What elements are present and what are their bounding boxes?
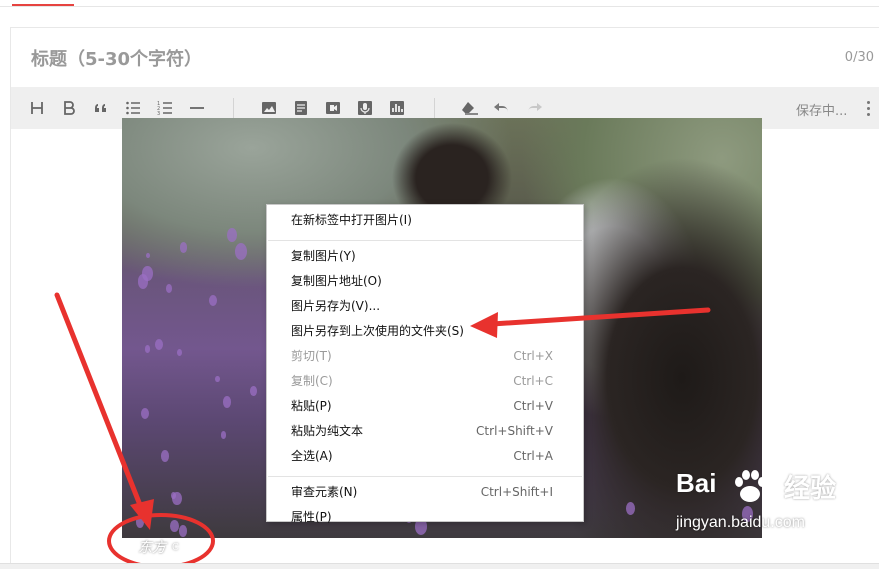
- top-strip: [0, 0, 879, 7]
- photo-flower-speck: [165, 283, 173, 294]
- photo-flower-speck: [209, 295, 218, 307]
- photo-flower-speck: [144, 344, 151, 353]
- photo-flower-speck: [625, 502, 635, 515]
- more-vertical-icon[interactable]: [861, 96, 875, 120]
- context-menu-separator: [268, 476, 582, 477]
- context-menu-item-label: 复制图片(Y): [291, 249, 356, 263]
- context-menu-item-shortcut: Ctrl+Shift+I: [480, 485, 553, 499]
- title-input[interactable]: [31, 46, 731, 72]
- context-menu-item[interactable]: 粘贴(P) Ctrl+V: [291, 396, 553, 416]
- context-menu-item[interactable]: 复制图片(Y): [291, 246, 553, 266]
- photo-flower-speck: [142, 266, 153, 281]
- bullet-list-icon[interactable]: [123, 98, 143, 118]
- context-menu-item[interactable]: 属性(P): [291, 507, 553, 527]
- photo-flower-speck: [155, 338, 164, 351]
- photo-flower-speck: [135, 515, 145, 528]
- context-menu-item-shortcut: Ctrl+C: [513, 374, 553, 388]
- context-menu-item-label: 复制图片地址(O): [291, 274, 382, 288]
- microphone-icon[interactable]: [355, 98, 375, 118]
- photo-flower-speck: [227, 228, 237, 242]
- context-menu-item[interactable]: 全选(A) Ctrl+A: [291, 446, 553, 466]
- context-menu-item-label: 在新标签中打开图片(I): [291, 213, 412, 227]
- context-menu-item[interactable]: 复制图片地址(O): [291, 271, 553, 291]
- photo-flower-speck: [220, 431, 227, 439]
- watermark-brand: Bai: [676, 468, 717, 498]
- copyright-icon: C: [168, 540, 183, 556]
- photo-flower-speck: [250, 386, 257, 396]
- context-menu-item: 复制(C) Ctrl+C: [291, 371, 553, 391]
- context-menu-item: 剪切(T) Ctrl+X: [291, 346, 553, 366]
- heading-icon[interactable]: [27, 98, 47, 118]
- clear-format-icon[interactable]: [460, 98, 480, 118]
- context-menu-item[interactable]: 图片另存到上次使用的文件夹(S): [291, 321, 553, 341]
- context-menu-item-label: 属性(P): [291, 510, 332, 524]
- active-tab-indicator: [12, 4, 74, 6]
- context-menu-item[interactable]: 在新标签中打开图片(I): [291, 210, 553, 230]
- photo-stamp-text: 东方: [138, 540, 166, 556]
- bold-icon[interactable]: [59, 98, 79, 118]
- context-menu-item-label: 图片另存到上次使用的文件夹(S): [291, 324, 464, 338]
- video-icon[interactable]: [323, 98, 343, 118]
- undo-icon[interactable]: [492, 98, 512, 118]
- image-icon[interactable]: [259, 98, 279, 118]
- chart-icon[interactable]: [387, 98, 407, 118]
- context-menu-item[interactable]: 粘贴为纯文本 Ctrl+Shift+V: [291, 421, 553, 441]
- photo-flower-speck: [170, 519, 180, 533]
- photo-stamp: 东方 C: [138, 537, 183, 557]
- photo-flower-speck: [215, 376, 220, 383]
- photo-flower-speck: [177, 349, 183, 356]
- watermark-brand-suffix: 经验: [784, 474, 837, 504]
- toolbar-divider: [233, 98, 234, 118]
- photo-flower-speck: [179, 525, 188, 537]
- numbered-list-icon[interactable]: 123: [155, 98, 175, 118]
- title-char-counter: 0/30: [844, 50, 874, 65]
- context-menu-item-label: 剪切(T): [291, 349, 332, 363]
- context-menu-item-shortcut: Ctrl+X: [513, 349, 553, 363]
- bottom-border: [0, 563, 879, 569]
- photo-flower-speck: [145, 252, 151, 259]
- save-status: 保存中...: [796, 104, 848, 119]
- svg-text:3: 3: [157, 111, 160, 116]
- context-menu-item-shortcut: Ctrl+Shift+V: [476, 424, 553, 438]
- context-menu-separator: [268, 240, 582, 241]
- photo-flower-speck: [140, 408, 149, 420]
- horizontal-rule-icon[interactable]: [187, 98, 207, 118]
- context-menu-item-label: 粘贴为纯文本: [291, 424, 364, 438]
- context-menu-item-label: 审查元素(N): [291, 485, 358, 499]
- baidu-paw-icon: [735, 470, 766, 502]
- toolbar-divider: [434, 98, 435, 118]
- quote-icon[interactable]: [91, 98, 111, 118]
- context-menu-item[interactable]: 图片另存为(V)...: [291, 296, 553, 316]
- photo-flower-speck: [234, 243, 248, 261]
- context-menu-item-shortcut: Ctrl+V: [513, 399, 553, 413]
- context-menu-item-label: 粘贴(P): [291, 399, 332, 413]
- photo-flower-speck: [160, 450, 169, 462]
- context-menu-item-label: 图片另存为(V)...: [291, 299, 381, 313]
- context-menu: 在新标签中打开图片(I) 复制图片(Y) 复制图片地址(O) 图片另存为(V)... 图…: [266, 204, 584, 524]
- photo-flower-speck: [179, 242, 188, 254]
- document-icon[interactable]: [291, 98, 311, 118]
- watermark-url: jingyan.baidu.com: [676, 514, 805, 531]
- redo-icon[interactable]: [524, 98, 544, 118]
- context-menu-item-shortcut: Ctrl+A: [513, 449, 553, 463]
- context-menu-item[interactable]: 审查元素(N) Ctrl+Shift+I: [291, 482, 553, 502]
- context-menu-item-label: 全选(A): [291, 449, 333, 463]
- context-menu-item-label: 复制(C): [291, 374, 333, 388]
- photo-flower-speck: [223, 396, 232, 408]
- baidu-watermark: Bai 经验 jingyan.baidu.com: [676, 468, 876, 548]
- title-row: 0/30: [11, 28, 879, 88]
